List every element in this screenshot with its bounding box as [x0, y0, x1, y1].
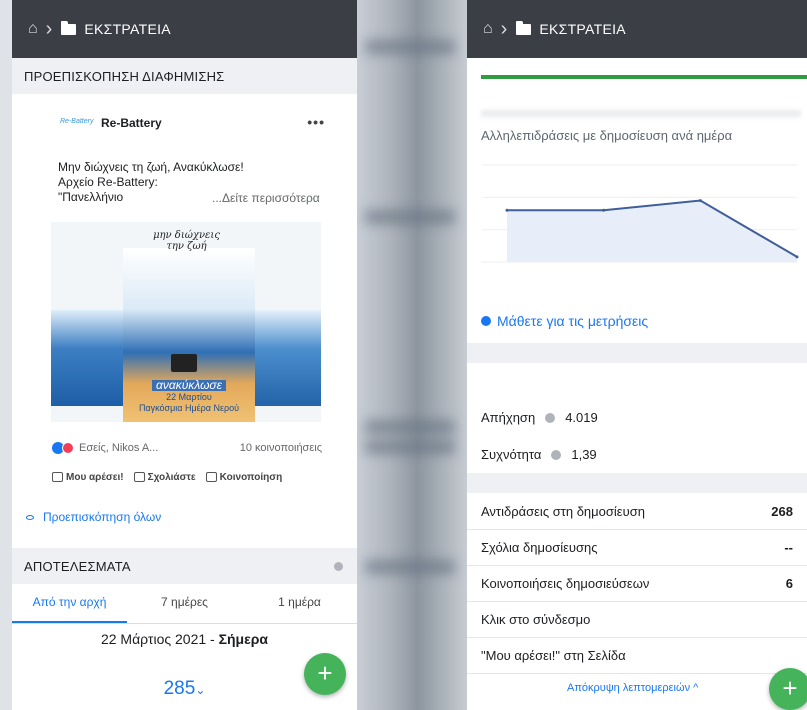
chevron-down-icon: ⌄: [195, 683, 206, 697]
metric-row[interactable]: Σχόλια δημοσίευσης --: [467, 530, 807, 566]
sea-right: [245, 310, 321, 406]
like-button[interactable]: Μου αρέσει!: [52, 472, 124, 483]
breadcrumb-campaign[interactable]: ΕΚΣΤΡΑΤΕΙΑ: [84, 21, 171, 37]
share-icon: [205, 472, 217, 482]
share-button[interactable]: Κοινοποίηση: [205, 472, 282, 483]
help-icon[interactable]: [545, 412, 556, 423]
post-image[interactable]: μην διώχνεις την ζωή ανακύκλωσε 22 Μαρτί…: [51, 222, 321, 422]
top-bar: ⌂ › ΕΚΣΤΡΑΤΕΙΑ: [12, 0, 357, 58]
chevron-right-icon: ›: [45, 18, 53, 40]
preview-header: ΠΡΟΕΠΙΣΚΟΠΗΣΗ ΔΙΑΦΗΜΙΣΗΣ: [12, 58, 357, 94]
help-icon[interactable]: [551, 449, 562, 460]
info-icon[interactable]: [334, 561, 343, 571]
engagement-chart: [482, 164, 799, 263]
home-icon[interactable]: ⌂: [483, 20, 493, 38]
right-screen: ⌂ › ΕΚΣΤΡΑΤΕΙΑ Αλληλεπιδράσεις με δημοσί…: [467, 0, 807, 710]
tab-7-days[interactable]: 7 ημέρες: [127, 586, 242, 623]
metric-row[interactable]: Κλικ στο σύνδεσμο: [467, 602, 807, 638]
page-name[interactable]: Re-Battery: [101, 116, 162, 130]
folder-icon: [61, 20, 77, 35]
comment-icon: [133, 472, 145, 482]
background-blur: [357, 0, 467, 710]
left-screen: ⌂ › ΕΚΣΤΡΑΤΕΙΑ ΠΡΟΕΠΙΣΚΟΠΗΣΗ ΔΙΑΦΗΜΙΣΗΣ …: [12, 0, 357, 710]
see-more-link[interactable]: ...Δείτε περισσότερα: [212, 191, 320, 205]
metric-row[interactable]: Κοινοποιήσεις δημοσιεύσεων 6: [467, 566, 807, 602]
add-button[interactable]: +: [769, 668, 807, 710]
top-bar: ⌂ › ΕΚΣΤΡΑΤΕΙΑ: [467, 0, 807, 58]
shares-count[interactable]: 10 κοινοποιήσεις: [240, 442, 322, 454]
metric-row[interactable]: "Μου αρέσει!" στη Σελίδα: [467, 638, 807, 674]
period-tabs: Από την αρχή 7 ημέρες 1 ημέρα: [12, 586, 357, 624]
tab-lifetime[interactable]: Από την αρχή: [12, 586, 127, 623]
battery-graphic: [171, 354, 197, 372]
chart-point: [505, 208, 509, 212]
thumbs-up-icon: [52, 472, 63, 482]
results-header: ΑΠΟΤΕΛΕΣΜΑΤΑ: [12, 548, 357, 584]
love-reaction-icon: [62, 442, 74, 454]
chart-point: [602, 208, 606, 212]
post-card: Re-Battery Re-Battery ••• Μην διώχνεις τ…: [12, 96, 357, 500]
home-icon[interactable]: ⌂: [28, 20, 38, 38]
frequency-metric: Συχνότητα 1,39: [481, 447, 597, 462]
progress-line: [481, 75, 807, 79]
preview-all-link[interactable]: Προεπισκόπηση όλων: [26, 510, 161, 524]
learn-metrics-link[interactable]: Μάθετε για τις μετρήσεις: [481, 313, 648, 329]
chart-point: [795, 255, 799, 259]
reactors-text: Εσείς, Nikos A...: [79, 442, 159, 454]
section-header-blurred: [467, 473, 807, 493]
metric-row[interactable]: Αντιδράσεις στη δημοσίευση 268: [467, 494, 807, 530]
breadcrumb-campaign[interactable]: ΕΚΣΤΡΑΤΕΙΑ: [539, 21, 626, 37]
comment-button[interactable]: Σχολιάστε: [133, 472, 196, 483]
date-range: 22 Μάρτιος 2021 - Σήμερα: [100, 631, 269, 647]
reach-metric: Απήχηση 4.019: [481, 410, 598, 425]
folder-icon: [516, 20, 532, 35]
reactions-row[interactable]: Εσείς, Nikos A... 10 κοινοποιήσεις: [52, 440, 322, 456]
page-logo: Re-Battery: [60, 118, 94, 125]
tab-1-day[interactable]: 1 ημέρα: [242, 586, 357, 623]
section-header-blurred: [467, 343, 807, 363]
image-headline: μην διώχνεις την ζωή: [153, 230, 220, 252]
chart-point: [698, 199, 702, 203]
blurred-text: [481, 110, 801, 117]
eye-icon: [26, 514, 34, 520]
image-caption: ανακύκλωσε 22 Μαρτίου Παγκόσμια Ημέρα Νε…: [138, 378, 240, 413]
chevron-right-icon: ›: [500, 18, 508, 40]
info-icon: [481, 316, 491, 326]
more-options-icon[interactable]: •••: [307, 114, 325, 130]
add-button[interactable]: +: [304, 653, 346, 695]
hide-details-link[interactable]: Απόκρυψη λεπτομερειών ^: [567, 682, 698, 694]
sea-left: [51, 310, 127, 406]
chart-title: Αλληλεπιδράσεις με δημοσίευση ανά ημέρα: [481, 128, 733, 143]
post-actions: Μου αρέσει! Σχολιάστε Κοινοποίηση: [52, 468, 342, 486]
